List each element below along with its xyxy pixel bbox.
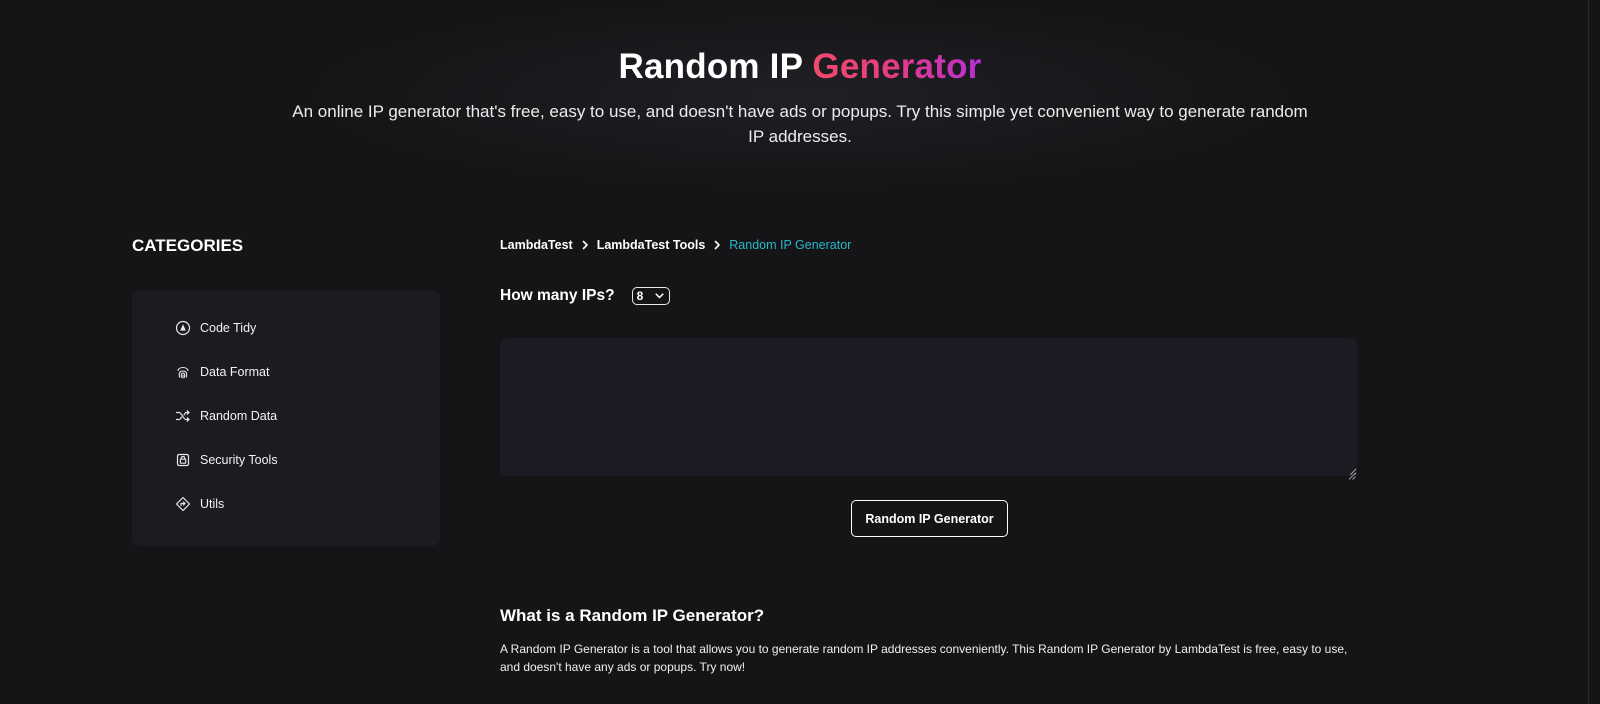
sidebar-item-label: Utils [200, 497, 225, 511]
ip-output-textarea[interactable] [500, 338, 1357, 476]
sidebar-item-code-tidy[interactable]: Code Tidy [175, 317, 256, 339]
sidebar-item-label: Security Tools [200, 453, 278, 467]
categories-heading: CATEGORIES [132, 236, 244, 255]
lock-icon [175, 452, 191, 468]
hero-glow [300, 0, 1300, 190]
generate-button[interactable]: Random IP Generator [851, 500, 1008, 537]
about-heading: What is a Random IP Generator? [500, 606, 765, 625]
categories-panel: Code Tidy Data Format Random Data Securi… [132, 290, 440, 546]
breadcrumb-current: Random IP Generator [729, 238, 852, 252]
chevron-right-icon [581, 240, 589, 250]
chevron-right-icon [713, 240, 721, 250]
code-tidy-icon [175, 320, 191, 336]
ip-count-label: How many IPs? [500, 287, 615, 304]
breadcrumb: LambdaTest LambdaTest Tools Random IP Ge… [500, 238, 851, 252]
ip-count-value: 8 [636, 289, 644, 303]
scrollbar-divider [1588, 0, 1598, 704]
page-title-accent: Generator [812, 47, 982, 86]
fingerprint-icon [175, 364, 191, 380]
page-title: Random IP Generator [0, 47, 1600, 87]
page-subtitle: An online IP generator that's free, easy… [292, 102, 1308, 146]
breadcrumb-link-lambdatest[interactable]: LambdaTest [500, 238, 573, 252]
resize-grip-icon[interactable] [1348, 467, 1356, 480]
sidebar-item-utils[interactable]: Utils [175, 493, 224, 515]
chevron-down-icon [655, 293, 664, 299]
ip-count-select[interactable]: 8 [631, 287, 670, 305]
ip-count-row: How many IPs? 8 [500, 287, 670, 305]
page: Random IP Generator An online IP generat… [0, 0, 1600, 704]
sidebar-item-random-data[interactable]: Random Data [175, 405, 277, 427]
sidebar-item-security-tools[interactable]: Security Tools [175, 449, 278, 471]
about-text: A Random IP Generator is a tool that all… [500, 642, 1348, 674]
sidebar-item-data-format[interactable]: Data Format [175, 361, 269, 383]
sidebar-item-label: Data Format [200, 365, 270, 379]
sidebar-item-label: Random Data [200, 409, 278, 423]
sidebar-item-label: Code Tidy [200, 321, 257, 335]
page-title-main: Random IP [618, 47, 813, 86]
breadcrumb-link-lambdatest-tools[interactable]: LambdaTest Tools [597, 238, 706, 252]
diamond-icon [175, 496, 191, 512]
shuffle-icon [175, 408, 191, 424]
